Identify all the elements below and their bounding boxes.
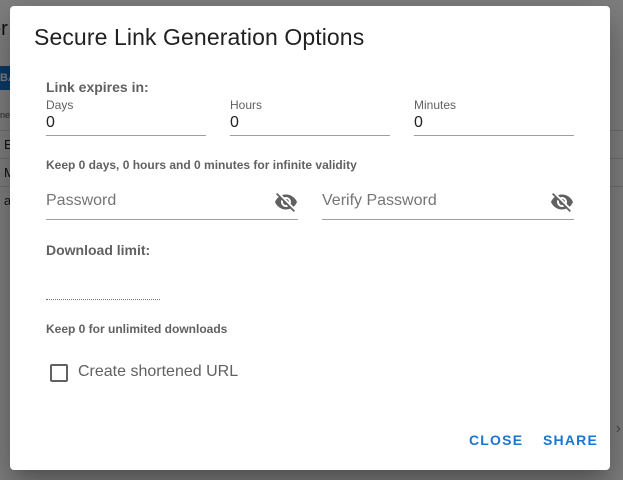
password-input[interactable]: Password [46,192,116,210]
hours-input[interactable]: 0 [230,114,239,132]
secure-link-dialog: Secure Link Generation Options Link expi… [10,6,610,470]
days-field[interactable]: Days 0 [46,98,206,136]
close-button[interactable]: CLOSE [469,432,523,448]
verify-password-field[interactable]: Verify Password [322,192,574,220]
days-label: Days [46,98,74,112]
link-expires-label: Link expires in: [46,79,149,95]
shortened-url-label: Create shortened URL [78,363,239,380]
minutes-input[interactable]: 0 [414,114,423,132]
minutes-underline [414,135,574,136]
visibility-off-icon[interactable] [274,190,298,214]
shortened-url-checkbox[interactable] [50,364,68,382]
share-button[interactable]: SHARE [543,432,598,448]
password-field[interactable]: Password [46,192,298,220]
dialog-title: Secure Link Generation Options [34,24,365,50]
minutes-field[interactable]: Minutes 0 [414,98,574,136]
minutes-label: Minutes [414,98,457,112]
download-limit-input[interactable] [46,298,160,300]
expiry-hint: Keep 0 days, 0 hours and 0 minutes for i… [46,158,357,172]
visibility-off-icon[interactable] [550,190,574,214]
days-input[interactable]: 0 [46,114,55,132]
download-limit-hint: Keep 0 for unlimited downloads [46,322,228,336]
password-underline [46,219,298,220]
verify-password-underline [322,219,574,220]
download-limit-label: Download limit: [46,242,151,258]
days-underline [46,135,206,136]
verify-password-input[interactable]: Verify Password [322,192,437,210]
hours-label: Hours [230,98,263,112]
hours-underline [230,135,390,136]
hours-field[interactable]: Hours 0 [230,98,390,136]
